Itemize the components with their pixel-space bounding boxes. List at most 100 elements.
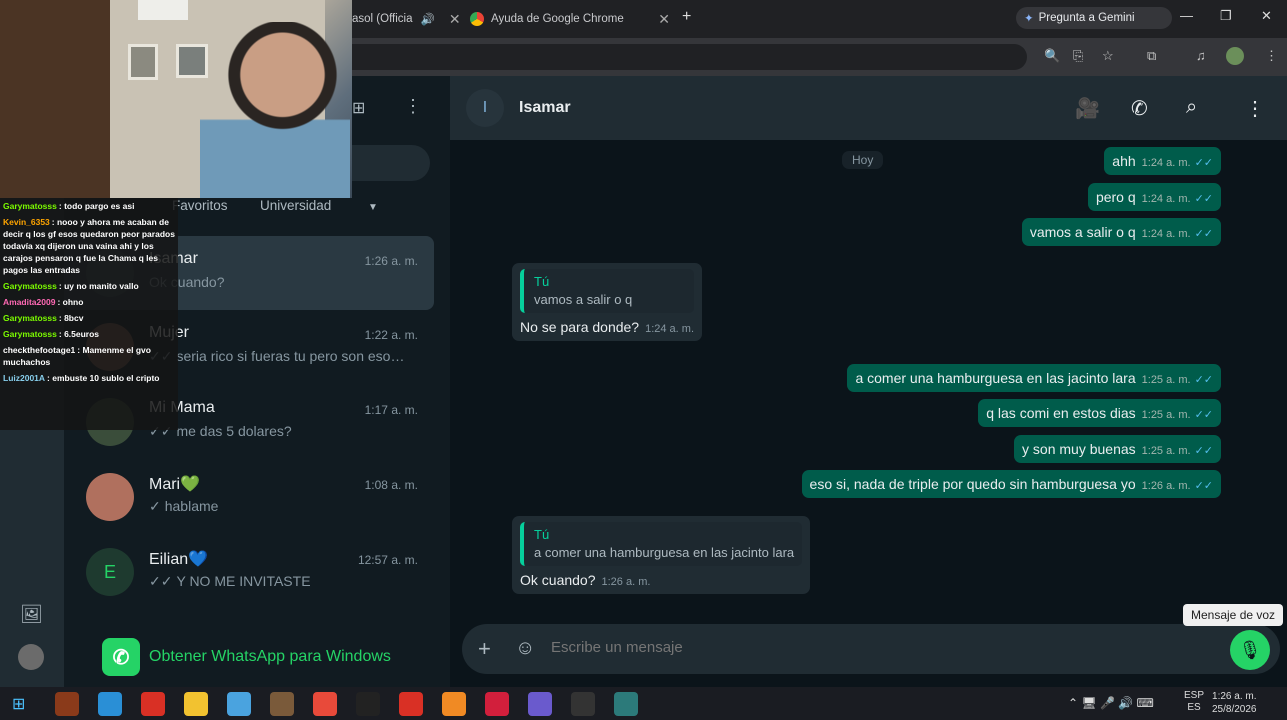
taskbar-app-icon[interactable] — [313, 692, 337, 716]
filter-favoritos[interactable]: Favoritos — [172, 198, 228, 213]
video-call-icon[interactable]: 🎥 — [1075, 96, 1100, 121]
install-app-icon[interactable]: ⎘ — [1073, 48, 1083, 64]
chat-time: 1:22 a. m. — [364, 328, 418, 342]
zoom-icon[interactable]: 🔍 — [1044, 48, 1060, 64]
chat-username: Garymatosss — [3, 201, 57, 211]
stream-chat-message: checkthefootage1: Mamenme el gvo muchach… — [3, 344, 175, 368]
menu-dots-icon[interactable]: ⋮ — [404, 96, 422, 117]
message-time: 1:24 a. m. ✓✓ — [1141, 228, 1213, 240]
tab-music[interactable]: asol (Officia 🔊 ✕ — [352, 5, 461, 33]
get-app-text[interactable]: Obtener WhatsApp para Windows — [149, 648, 391, 666]
outgoing-message[interactable]: vamos a salir o q 1:24 a. m. ✓✓ — [1021, 218, 1221, 246]
chat-text: : uy no manito vallo — [58, 281, 139, 291]
gemini-star-icon: ✦ — [1024, 13, 1034, 25]
close-tab-icon[interactable]: ✕ — [658, 11, 670, 28]
outgoing-message[interactable]: q las comi en estos dias 1:25 a. m. ✓✓ — [978, 399, 1221, 427]
user-avatar[interactable] — [18, 644, 44, 670]
webcam-streamer — [200, 22, 350, 198]
search-icon[interactable]: ⌕ — [1186, 96, 1197, 119]
chat-username: checkthefootage1 — [3, 345, 76, 355]
conversation-menu-icon[interactable]: ⋮ — [1245, 96, 1265, 121]
more-menu-icon[interactable]: ⋮ — [1265, 48, 1278, 64]
taskbar-app-icon[interactable] — [227, 692, 251, 716]
voice-message-button[interactable]: 🎙 — [1230, 630, 1270, 670]
message-line: q las comi en estos dias 1:25 a. m. ✓✓ — [986, 405, 1213, 421]
incoming-message[interactable]: Tú vamos a salir o q No se para donde? 1:24… — [512, 263, 703, 341]
speaker-icon[interactable]: 🔊 — [421, 12, 435, 26]
new-chat-icon[interactable]: ⊞ — [352, 98, 365, 118]
message-line: ahh 1:24 a. m. ✓✓ — [1112, 153, 1213, 169]
taskbar-app-icon[interactable] — [98, 692, 122, 716]
system-tray[interactable]: ⌃ 🖥 🎤 🔊 ⌨ — [1068, 696, 1154, 710]
contact-name[interactable]: Isamar — [519, 99, 571, 117]
close-tab-icon[interactable]: ✕ — [449, 11, 461, 28]
new-tab-button[interactable]: + — [682, 8, 691, 26]
chat-row[interactable]: Mari💚 1:08 a. m. ✓ hablame — [64, 460, 434, 534]
chat-row[interactable]: E Eilian💙 12:57 a. m. ✓✓ Y NO ME INVITASTE — [64, 535, 434, 609]
chat-search-input[interactable] — [352, 145, 430, 181]
message-input[interactable] — [551, 639, 1151, 656]
windows-start-icon[interactable]: ⊞ — [12, 694, 25, 714]
close-window-icon[interactable]: ✕ — [1261, 8, 1272, 24]
quote-text: vamos a salir o q — [534, 292, 633, 307]
taskbar-app-icon[interactable] — [442, 692, 466, 716]
taskbar-app-icon[interactable] — [528, 692, 552, 716]
taskbar-app-icon[interactable] — [614, 692, 638, 716]
outgoing-message[interactable]: pero q 1:24 a. m. ✓✓ — [1087, 183, 1221, 211]
incoming-message[interactable]: Tú a comer una hamburguesa en las jacinto… — [512, 516, 811, 594]
sticker-icon[interactable]: ☺ — [515, 637, 535, 660]
message-text: q las comi en estos dias — [986, 405, 1136, 421]
taskbar-app-icon[interactable] — [571, 692, 595, 716]
chat-preview: ✓ hablame — [149, 498, 409, 515]
message-time: 1:25 a. m. ✓✓ — [1141, 374, 1213, 386]
filter-universidad[interactable]: Universidad — [260, 198, 331, 213]
tab-chrome-help[interactable]: Ayuda de Google Chrome ✕ — [470, 5, 670, 33]
ime-layout: ES — [1187, 702, 1201, 713]
chat-time: 1:26 a. m. — [364, 254, 418, 268]
quoted-message[interactable]: Tú vamos a salir o q — [520, 269, 695, 313]
taskbar-app-icon[interactable] — [141, 692, 165, 716]
minimize-icon[interactable]: — — [1180, 8, 1193, 23]
profile-avatar[interactable] — [1226, 47, 1244, 65]
message-text: ahh — [1112, 153, 1136, 169]
chat-time: 1:08 a. m. — [364, 478, 418, 492]
bookmark-star-icon[interactable]: ☆ — [1102, 48, 1114, 64]
stream-chat-overlay: Garymatosss: todo pargo es asi Kevin_6353… — [0, 198, 178, 430]
media-control-icon[interactable]: ♫ — [1196, 48, 1206, 63]
taskbar-app-icon[interactable] — [270, 692, 294, 716]
quote-author: Tú — [534, 274, 550, 289]
gemini-button[interactable]: ✦ Pregunta a Gemini — [1016, 7, 1172, 29]
stream-chat-message: Luiz2001A: embuste 10 sublo el cripto — [3, 372, 175, 384]
taskbar-app-icon[interactable] — [399, 692, 423, 716]
maximize-icon[interactable]: ❐ — [1220, 8, 1232, 24]
outgoing-message[interactable]: a comer una hamburguesa en las jacinto l… — [847, 364, 1221, 392]
voice-call-icon[interactable]: ✆ — [1131, 96, 1148, 121]
chat-time: 1:17 a. m. — [364, 403, 418, 417]
taskbar-app-icon[interactable] — [356, 692, 380, 716]
tab-title: Ayuda de Google Chrome — [491, 13, 624, 25]
attach-plus-icon[interactable]: + — [478, 636, 491, 662]
taskbar-app-icon[interactable] — [485, 692, 509, 716]
message-text: a comer una hamburguesa en las jacinto l… — [855, 370, 1136, 386]
taskbar-app-icon[interactable] — [184, 692, 208, 716]
filter-dropdown-icon[interactable]: ▼ — [368, 202, 378, 213]
google-icon — [470, 12, 484, 26]
address-bar[interactable] — [352, 44, 1027, 70]
message-time: 1:25 a. m. ✓✓ — [1141, 409, 1213, 421]
chat-name: Eilian💙 — [149, 551, 209, 568]
read-receipt-icon: ✓✓ — [1194, 157, 1213, 169]
voice-message-tooltip: Mensaje de voz — [1183, 604, 1284, 626]
outgoing-message[interactable]: ahh 1:24 a. m. ✓✓ — [1104, 147, 1221, 175]
extensions-icon[interactable]: ⧉ — [1147, 48, 1156, 64]
taskbar-clock[interactable]: 1:26 a. m. 25/8/2026 — [1212, 690, 1257, 716]
contact-avatar[interactable]: I — [466, 89, 504, 127]
taskbar-app-icon[interactable] — [55, 692, 79, 716]
quoted-message[interactable]: Tú a comer una hamburguesa en las jacinto… — [520, 522, 803, 566]
media-gallery-icon[interactable]: 🖼 — [20, 604, 43, 625]
outgoing-message[interactable]: y son muy buenas 1:25 a. m. ✓✓ — [1014, 435, 1221, 463]
chat-time: 12:57 a. m. — [357, 553, 418, 567]
outgoing-message[interactable]: eso si, nada de triple por quedo sin ham… — [801, 470, 1221, 498]
message-time: 1:26 a. m. — [601, 576, 651, 588]
input-language[interactable]: ESP ES — [1184, 690, 1204, 714]
quote-author: Tú — [534, 527, 550, 542]
